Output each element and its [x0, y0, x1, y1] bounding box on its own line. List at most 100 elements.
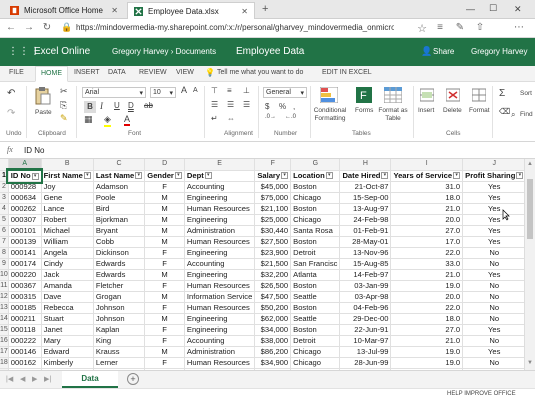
- table-cell[interactable]: F: [144, 258, 185, 270]
- tab-data[interactable]: DATA: [108, 69, 126, 76]
- url-field[interactable]: https://mindovermedia-my.sharepoint.com/…: [76, 23, 394, 32]
- header-cell[interactable]: Date Hired ▾: [339, 170, 392, 182]
- font-color-icon[interactable]: A: [124, 114, 131, 126]
- table-cell[interactable]: F: [144, 335, 185, 347]
- close-icon[interactable]: ✕: [111, 6, 118, 15]
- table-cell[interactable]: Bryant: [93, 225, 146, 237]
- table-cell[interactable]: 03-Apr-98: [339, 291, 392, 303]
- table-cell[interactable]: San Francisc: [290, 258, 341, 270]
- table-cell[interactable]: Dave: [41, 291, 94, 303]
- table-cell[interactable]: Yes: [462, 324, 527, 336]
- filter-dropdown-icon[interactable]: ▾: [281, 172, 289, 180]
- table-cell[interactable]: 000185: [8, 302, 42, 314]
- currency-icon[interactable]: $: [265, 102, 269, 111]
- insert-cells-icon[interactable]: [420, 87, 434, 103]
- table-cell[interactable]: 000220: [8, 269, 42, 281]
- table-cell[interactable]: M: [144, 203, 185, 215]
- table-cell[interactable]: 18.0: [390, 313, 464, 325]
- grow-font-icon[interactable]: A: [181, 85, 187, 95]
- strikethrough-icon[interactable]: ab: [144, 101, 153, 110]
- align-right-icon[interactable]: ☰: [243, 100, 250, 109]
- table-cell[interactable]: Amanda: [41, 280, 94, 292]
- format-button[interactable]: Format: [469, 107, 490, 114]
- table-cell[interactable]: Human Resources: [184, 302, 256, 314]
- table-cell[interactable]: Cobb: [93, 236, 146, 248]
- table-cell[interactable]: 000634: [8, 192, 42, 204]
- filter-dropdown-icon[interactable]: ▾: [381, 172, 389, 180]
- table-cell[interactable]: 15-Aug-85: [339, 258, 392, 270]
- table-cell[interactable]: Accounting: [184, 335, 256, 347]
- row-header[interactable]: 6: [0, 225, 9, 237]
- breadcrumb[interactable]: Gregory Harvey › Documents: [112, 47, 216, 56]
- table-cell[interactable]: Lance: [41, 203, 94, 215]
- table-cell[interactable]: 000211: [8, 313, 42, 325]
- row-header[interactable]: 1: [0, 170, 9, 182]
- header-cell[interactable]: Years of Service ▾: [390, 170, 464, 182]
- filter-dropdown-icon[interactable]: ▾: [135, 172, 143, 180]
- table-cell[interactable]: Dickinson: [93, 247, 146, 259]
- table-cell[interactable]: Human Resources: [184, 236, 256, 248]
- table-cell[interactable]: Accounting: [184, 258, 256, 270]
- delete-button[interactable]: Delete: [443, 107, 462, 114]
- undo-icon[interactable]: ↶: [7, 88, 15, 99]
- table-cell[interactable]: Information Service: [184, 291, 256, 303]
- table-cell[interactable]: 000162: [8, 357, 42, 369]
- table-cell[interactable]: Boston: [290, 236, 341, 248]
- scroll-down-icon[interactable]: ▼: [527, 360, 533, 366]
- table-cell[interactable]: 31.0: [390, 181, 464, 193]
- table-cell[interactable]: Krauss: [93, 346, 146, 358]
- table-cell[interactable]: Engineering: [184, 214, 256, 226]
- table-cell[interactable]: Lerner: [93, 357, 146, 369]
- table-cell[interactable]: Robert: [41, 214, 94, 226]
- breadcrumb-user[interactable]: Gregory Harvey: [112, 47, 168, 56]
- column-header[interactable]: I: [390, 159, 464, 171]
- table-cell[interactable]: M: [144, 346, 185, 358]
- table-cell[interactable]: Joy: [41, 181, 94, 193]
- table-cell[interactable]: M: [144, 291, 185, 303]
- table-cell[interactable]: Yes: [462, 181, 527, 193]
- table-cell[interactable]: 17.0: [390, 236, 464, 248]
- table-cell[interactable]: $47,500: [254, 291, 292, 303]
- underline-icon[interactable]: U: [114, 101, 120, 110]
- table-cell[interactable]: Administration: [184, 346, 256, 358]
- table-cell[interactable]: 13-Jul-99: [339, 346, 392, 358]
- table-cell[interactable]: Adamson: [93, 181, 146, 193]
- filter-dropdown-icon[interactable]: ▾: [31, 172, 39, 180]
- column-header[interactable]: E: [184, 159, 256, 171]
- sheet-tab-data[interactable]: Data: [62, 371, 118, 388]
- share-icon[interactable]: ⇧: [473, 22, 487, 33]
- table-cell[interactable]: F: [144, 302, 185, 314]
- forms-button[interactable]: Forms: [355, 107, 373, 114]
- filter-dropdown-icon[interactable]: ▾: [83, 172, 91, 180]
- table-cell[interactable]: Human Resources: [184, 280, 256, 292]
- table-cell[interactable]: No: [462, 357, 527, 369]
- table-cell[interactable]: Chicago: [290, 357, 341, 369]
- table-cell[interactable]: 04-Feb-96: [339, 302, 392, 314]
- table-cell[interactable]: Atlanta: [290, 269, 341, 281]
- table-cell[interactable]: $30,440: [254, 225, 292, 237]
- table-cell[interactable]: Chicago: [290, 346, 341, 358]
- table-cell[interactable]: Detroit: [290, 247, 341, 259]
- row-header[interactable]: 2: [0, 181, 9, 193]
- table-cell[interactable]: $21,500: [254, 258, 292, 270]
- table-cell[interactable]: No: [462, 302, 527, 314]
- row-header[interactable]: 12: [0, 291, 9, 303]
- align-middle-icon[interactable]: ≡: [227, 86, 232, 95]
- row-header[interactable]: 18: [0, 357, 9, 369]
- table-cell[interactable]: $25,000: [254, 214, 292, 226]
- header-cell[interactable]: Last Name ▾: [93, 170, 146, 182]
- table-cell[interactable]: Edward: [41, 346, 94, 358]
- table-cell[interactable]: 21.0: [390, 203, 464, 215]
- browser-tab-employee-data[interactable]: Employee Data.xlsx ✕: [127, 2, 255, 19]
- row-header[interactable]: 11: [0, 280, 9, 292]
- forward-arrow-icon[interactable]: →: [22, 22, 36, 33]
- comma-icon[interactable]: ,: [293, 102, 295, 111]
- table-cell[interactable]: Yes: [462, 225, 527, 237]
- table-cell[interactable]: Michael: [41, 225, 94, 237]
- tab-review[interactable]: REVIEW: [139, 69, 167, 76]
- user-name[interactable]: Gregory Harvey: [471, 47, 527, 56]
- align-top-icon[interactable]: ⊤: [211, 86, 218, 95]
- refresh-icon[interactable]: ↻: [40, 22, 54, 33]
- table-cell[interactable]: Engineering: [184, 192, 256, 204]
- table-cell[interactable]: 21.0: [390, 335, 464, 347]
